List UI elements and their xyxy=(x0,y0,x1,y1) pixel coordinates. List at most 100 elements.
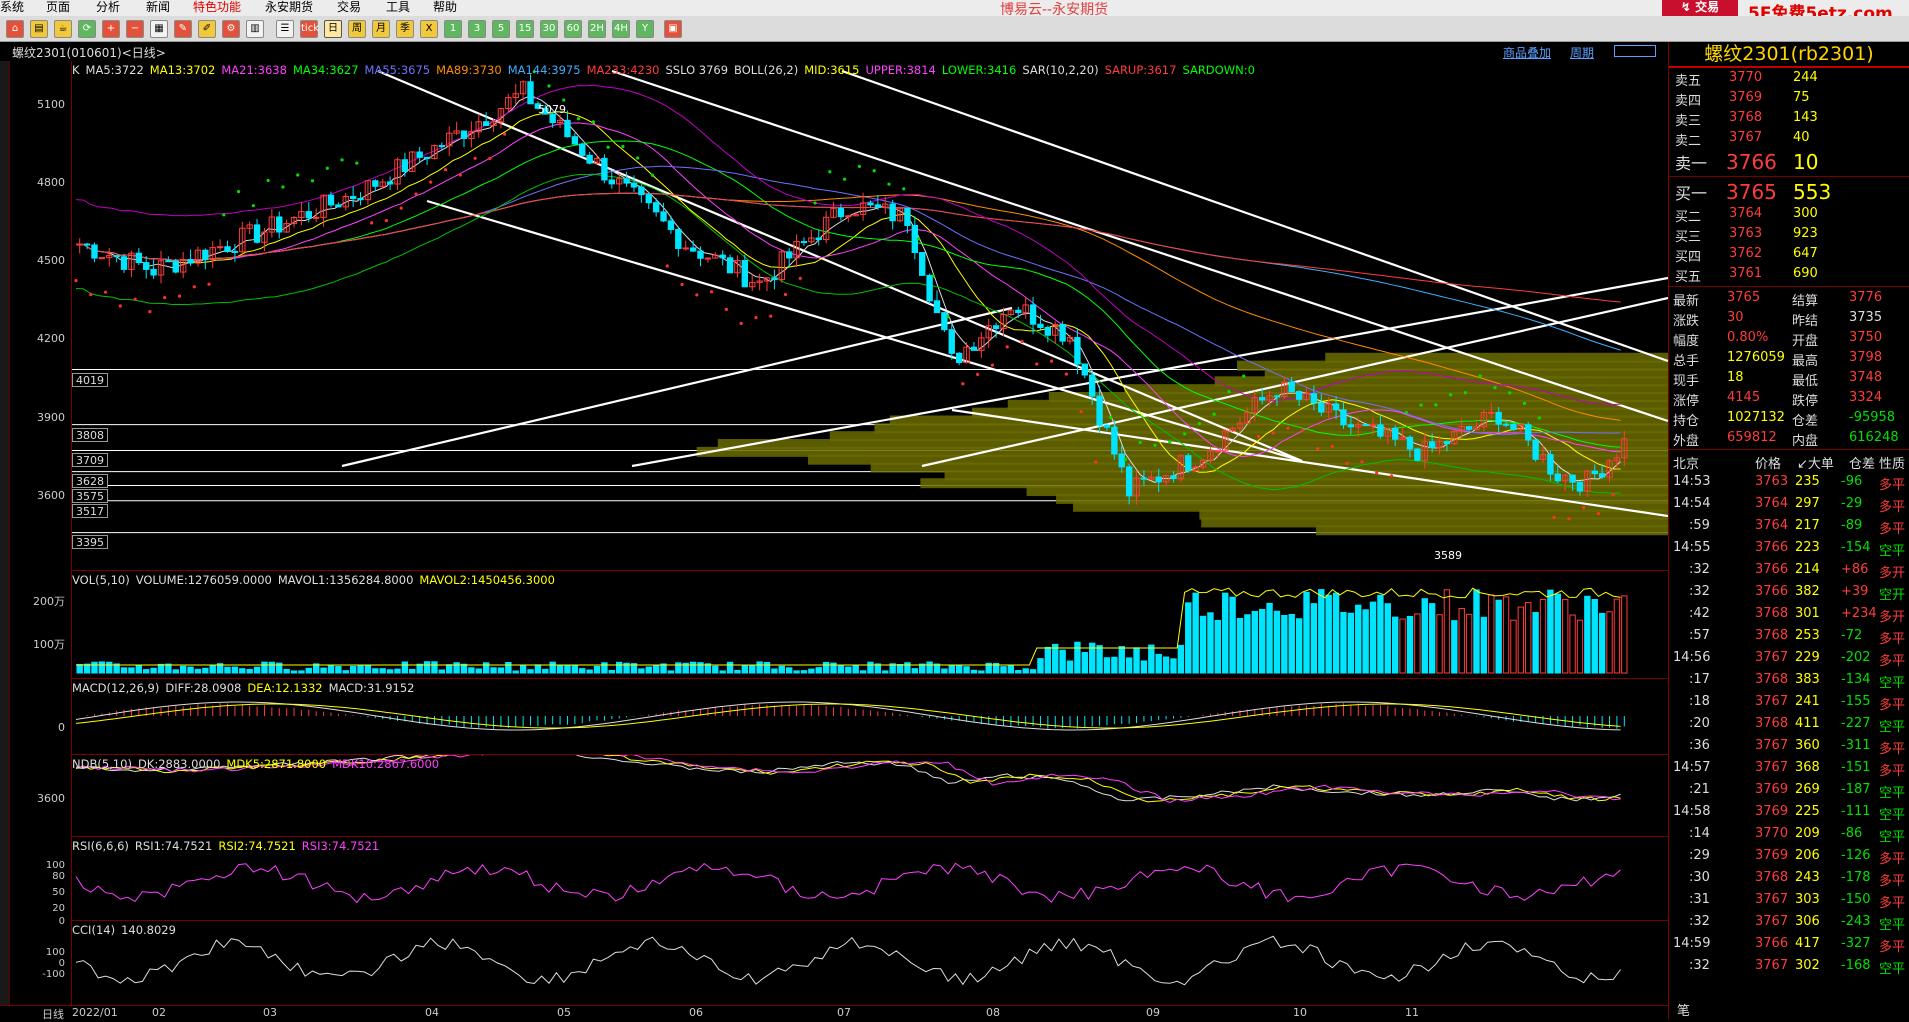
menu-system[interactable]: 系统 xyxy=(0,0,24,15)
volume-panel[interactable]: VOL(5,10) VOLUME:1276059.0000 MAVOL1:13562… xyxy=(72,571,1668,679)
stat-row[interactable]: 持仓 1027132 仓差 -95958 xyxy=(1669,408,1909,429)
chart-area[interactable]: K MA5:3722 MA13:3702 MA21:3638 MA34:3627 MA55… xyxy=(72,61,1668,1014)
stat-row[interactable]: 涨停 4145 跌停 3324 xyxy=(1669,388,1909,409)
bid-row[interactable]: 买二 3764 300 xyxy=(1669,204,1909,225)
stat-row[interactable]: 外盘 659812 内盘 616248 xyxy=(1669,428,1909,449)
menu-tools[interactable]: 工具 xyxy=(386,0,410,15)
tick-row[interactable]: 14:55 3766 223 -154 空平 xyxy=(1669,538,1909,560)
ask-row[interactable]: 卖二 3767 40 xyxy=(1669,128,1909,149)
thirty-icon[interactable]: 30 xyxy=(540,20,558,38)
stat-row[interactable]: 幅度 0.80% 开盘 3750 xyxy=(1669,328,1909,349)
zoom-out-icon[interactable]: − xyxy=(126,20,144,38)
three-icon[interactable]: 3 xyxy=(468,20,486,38)
menu-news[interactable]: 新闻 xyxy=(146,0,170,15)
tick-row[interactable]: :29 3769 206 -126 多平 xyxy=(1669,846,1909,868)
tick-row[interactable]: :59 3764 217 -89 多平 xyxy=(1669,516,1909,538)
week-icon[interactable]: 周 xyxy=(348,20,366,38)
year-icon[interactable]: Y xyxy=(636,20,654,38)
tick-row[interactable]: 14:56 3767 229 -202 多平 xyxy=(1669,648,1909,670)
tick-row[interactable]: :36 3767 360 -311 多平 xyxy=(1669,736,1909,758)
volume-bar xyxy=(608,669,616,674)
bid-row[interactable]: 买四 3762 647 xyxy=(1669,244,1909,265)
fifteen-icon[interactable]: 15 xyxy=(516,20,534,38)
menu-icon[interactable]: ☰ xyxy=(276,20,294,38)
cycle-link[interactable]: 周期 xyxy=(1570,44,1594,61)
menu-help[interactable]: 帮助 xyxy=(433,0,457,15)
tick-row[interactable]: :42 3768 301 +234 多开 xyxy=(1669,604,1909,626)
tick-row[interactable]: :57 3768 253 -72 多平 xyxy=(1669,626,1909,648)
panel-controls-icon[interactable] xyxy=(1614,45,1656,57)
stat-row[interactable]: 总手 1276059 最高 3798 xyxy=(1669,348,1909,369)
rsi-panel[interactable]: RSI(6,6,6) RSI1:74.7521 RSI2:74.7521 RSI3:7… xyxy=(72,837,1668,921)
cup-icon[interactable]: ☕ xyxy=(54,20,72,38)
tick-row[interactable]: :32 3767 306 -243 空平 xyxy=(1669,912,1909,934)
paint-icon[interactable]: ✐ xyxy=(198,20,216,38)
calc-icon[interactable]: ▣ xyxy=(664,20,682,38)
tick-row[interactable]: :30 3768 243 -178 多平 xyxy=(1669,868,1909,890)
day-icon[interactable]: 日 xyxy=(324,20,342,38)
tick-row[interactable]: 14:57 3767 368 -151 多平 xyxy=(1669,758,1909,780)
menu-features[interactable]: 特色功能 xyxy=(193,0,241,15)
tick-icon[interactable]: tick xyxy=(300,20,319,38)
macd-panel[interactable]: MACD(12,26,9) DIFF:28.0908 DEA:12.1332 MACD… xyxy=(72,679,1668,755)
sar-dot xyxy=(606,145,610,149)
ndb-panel[interactable]: NDB(5,10) DK:2883.0000 MDK5:2871.8000 MDK10… xyxy=(72,755,1668,837)
grid-icon[interactable]: ▥ xyxy=(246,20,264,38)
stat-row[interactable]: 现手 18 最低 3748 xyxy=(1669,368,1909,389)
menu-yongan[interactable]: 永安期货 xyxy=(265,0,313,15)
tick-row[interactable]: 14:59 3766 417 -327 多平 xyxy=(1669,934,1909,956)
indicator-value: SAR(10,2,20) xyxy=(1022,63,1099,77)
tick-price: 3767 xyxy=(1755,958,1789,973)
tick-row[interactable]: :20 3768 411 -227 空平 xyxy=(1669,714,1909,736)
month-icon[interactable]: 月 xyxy=(372,20,390,38)
menu-analysis[interactable]: 分析 xyxy=(96,0,120,15)
tick-footer[interactable]: 笔 xyxy=(1677,1000,1690,1019)
one-icon[interactable]: 1 xyxy=(444,20,462,38)
x-icon[interactable]: X xyxy=(420,20,438,38)
folder-icon[interactable]: ▤ xyxy=(30,20,48,38)
tick-row[interactable]: 14:53 3763 235 -96 多平 xyxy=(1669,472,1909,494)
bid-row[interactable]: 买三 3763 923 xyxy=(1669,224,1909,245)
settings-icon[interactable]: ⚙ xyxy=(222,20,240,38)
zoom-in-icon[interactable]: + xyxy=(102,20,120,38)
volume-bar xyxy=(1547,589,1554,674)
ask-row[interactable]: 卖三 3768 143 xyxy=(1669,108,1909,129)
five-icon[interactable]: 5 xyxy=(492,20,510,38)
left-sidebar[interactable] xyxy=(0,61,10,1014)
tick-row[interactable]: :21 3769 269 -187 空平 xyxy=(1669,780,1909,802)
candle-body xyxy=(608,179,616,185)
menu-page[interactable]: 页面 xyxy=(46,0,70,15)
tick-row[interactable]: :17 3768 383 -134 空平 xyxy=(1669,670,1909,692)
ask-price: 3768 xyxy=(1729,110,1763,125)
trade-button[interactable]: ↯ 交易 xyxy=(1662,0,1738,16)
season-icon[interactable]: 季 xyxy=(396,20,414,38)
two-h-icon[interactable]: 2H xyxy=(588,20,606,38)
sixty-icon[interactable]: 60 xyxy=(564,20,582,38)
cci-panel[interactable]: CCI(14) 140.8029 xyxy=(72,921,1668,1005)
bid-row[interactable]: 买一 3765 553 xyxy=(1669,178,1909,204)
menu-trade[interactable]: 交易 xyxy=(337,0,361,15)
tick-row[interactable]: :32 3766 382 +39 空开 xyxy=(1669,582,1909,604)
tick-price: 3767 xyxy=(1755,760,1789,775)
tick-row[interactable]: :18 3767 241 -155 多平 xyxy=(1669,692,1909,714)
ask-row[interactable]: 卖一 3766 10 xyxy=(1669,148,1909,174)
four-h-icon[interactable]: 4H xyxy=(612,20,630,38)
kline-panel[interactable]: K MA5:3722 MA13:3702 MA21:3638 MA34:3627 MA55… xyxy=(72,61,1668,571)
tick-row[interactable]: 14:58 3769 225 -111 空平 xyxy=(1669,802,1909,824)
pencil-icon[interactable]: ✎ xyxy=(174,20,192,38)
stat-row[interactable]: 涨跌 30 昨结 3735 xyxy=(1669,308,1909,329)
home-icon[interactable]: ⌂ xyxy=(6,20,24,38)
tick-row[interactable]: :31 3767 303 -150 多平 xyxy=(1669,890,1909,912)
tick-row[interactable]: :32 3766 214 +86 多开 xyxy=(1669,560,1909,582)
bid-row[interactable]: 买五 3761 690 xyxy=(1669,264,1909,285)
stat-row[interactable]: 最新 3765 结算 3776 xyxy=(1669,288,1909,309)
tick-row[interactable]: 14:54 3764 297 -29 多平 xyxy=(1669,494,1909,516)
layout-icon[interactable]: ▦ xyxy=(150,20,168,38)
ask-row[interactable]: 卖五 3770 244 xyxy=(1669,68,1909,89)
ask-row[interactable]: 卖四 3769 75 xyxy=(1669,88,1909,109)
tick-row[interactable]: :32 3767 302 -168 空平 xyxy=(1669,956,1909,978)
tick-header-row[interactable]: 北京 价格 ↙大单 仓差 性质 xyxy=(1669,451,1909,472)
tick-row[interactable]: :14 3770 209 -86 空平 xyxy=(1669,824,1909,846)
overlay-link[interactable]: 商品叠加 xyxy=(1503,44,1551,61)
refresh-icon[interactable]: ⟳ xyxy=(78,20,96,38)
